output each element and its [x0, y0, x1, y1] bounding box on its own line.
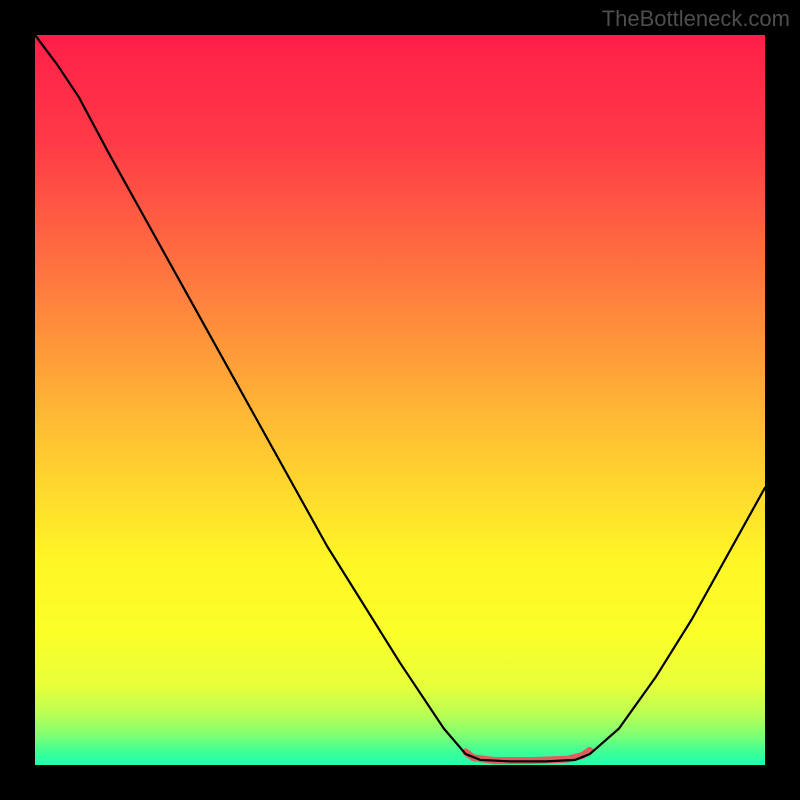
- bottleneck-curve: [35, 35, 765, 761]
- watermark-text: TheBottleneck.com: [602, 6, 790, 32]
- curve-layer: [35, 35, 765, 765]
- plot-area: [35, 35, 765, 765]
